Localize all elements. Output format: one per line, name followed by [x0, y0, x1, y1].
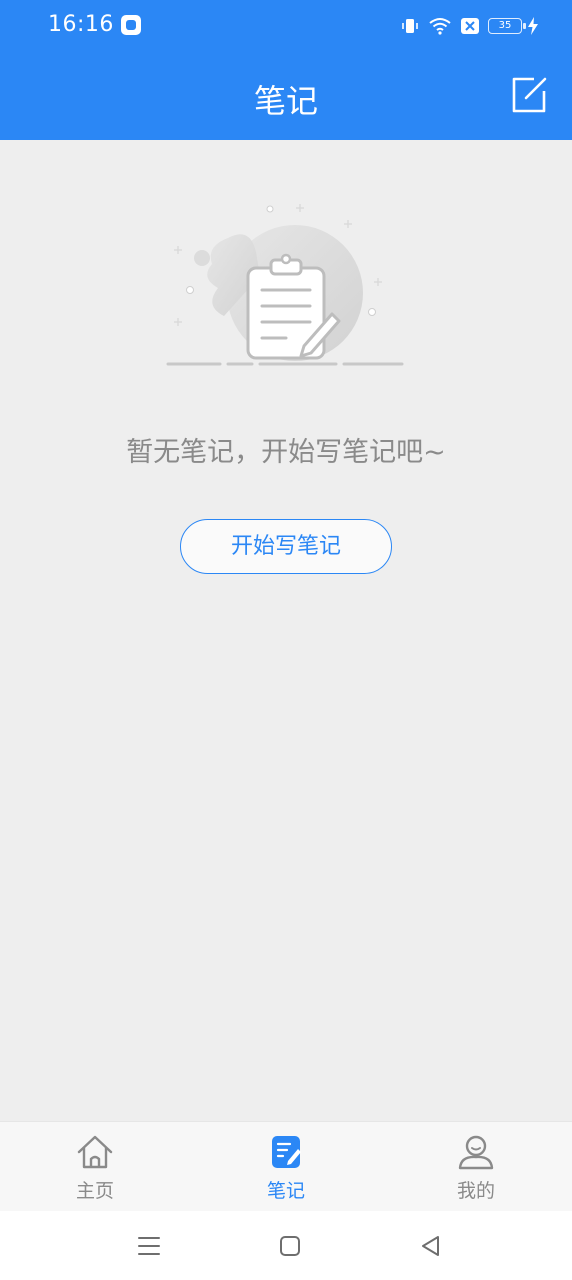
tab-notes[interactable]: 笔记 — [226, 1122, 346, 1212]
home-nav-button[interactable] — [275, 1231, 305, 1261]
clipboard-illustration-icon — [166, 204, 404, 366]
start-writing-note-button[interactable]: 开始写笔记 — [180, 519, 392, 574]
menu-icon — [138, 1237, 160, 1255]
tab-label: 笔记 — [266, 1180, 305, 1202]
back-nav-button[interactable] — [416, 1231, 446, 1261]
recent-apps-button[interactable] — [134, 1231, 164, 1261]
sim-disabled-icon — [461, 18, 479, 34]
page-title: 笔记 — [253, 82, 318, 120]
wifi-icon — [429, 18, 451, 35]
tab-home[interactable]: 主页 — [35, 1122, 155, 1212]
bottom-tab-bar: 主页 笔记 我的 — [0, 1121, 572, 1211]
status-time: 16:16 — [48, 12, 114, 37]
home-icon — [77, 1135, 113, 1169]
square-icon — [280, 1236, 300, 1256]
edit-icon — [512, 77, 547, 113]
empty-notes-illustration — [160, 196, 410, 376]
app-header: 笔记 — [0, 52, 572, 140]
charging-icon — [528, 17, 538, 35]
status-bar: 16:16 35 — [0, 0, 572, 52]
user-icon — [458, 1135, 494, 1170]
tab-profile[interactable]: 我的 — [416, 1122, 536, 1212]
vibrate-icon — [402, 19, 418, 33]
battery-indicator: 35 — [488, 18, 526, 34]
empty-state-message: 暂无笔记，开始写笔记吧~ — [126, 437, 446, 468]
note-icon — [272, 1136, 301, 1168]
back-triangle-icon — [422, 1236, 439, 1256]
app-notification-icon — [121, 15, 141, 35]
new-note-button[interactable] — [510, 76, 548, 114]
tab-label: 主页 — [75, 1180, 114, 1202]
tab-label: 我的 — [456, 1180, 495, 1202]
system-navigation-bar — [0, 1211, 572, 1280]
status-indicators: 35 — [400, 14, 538, 38]
